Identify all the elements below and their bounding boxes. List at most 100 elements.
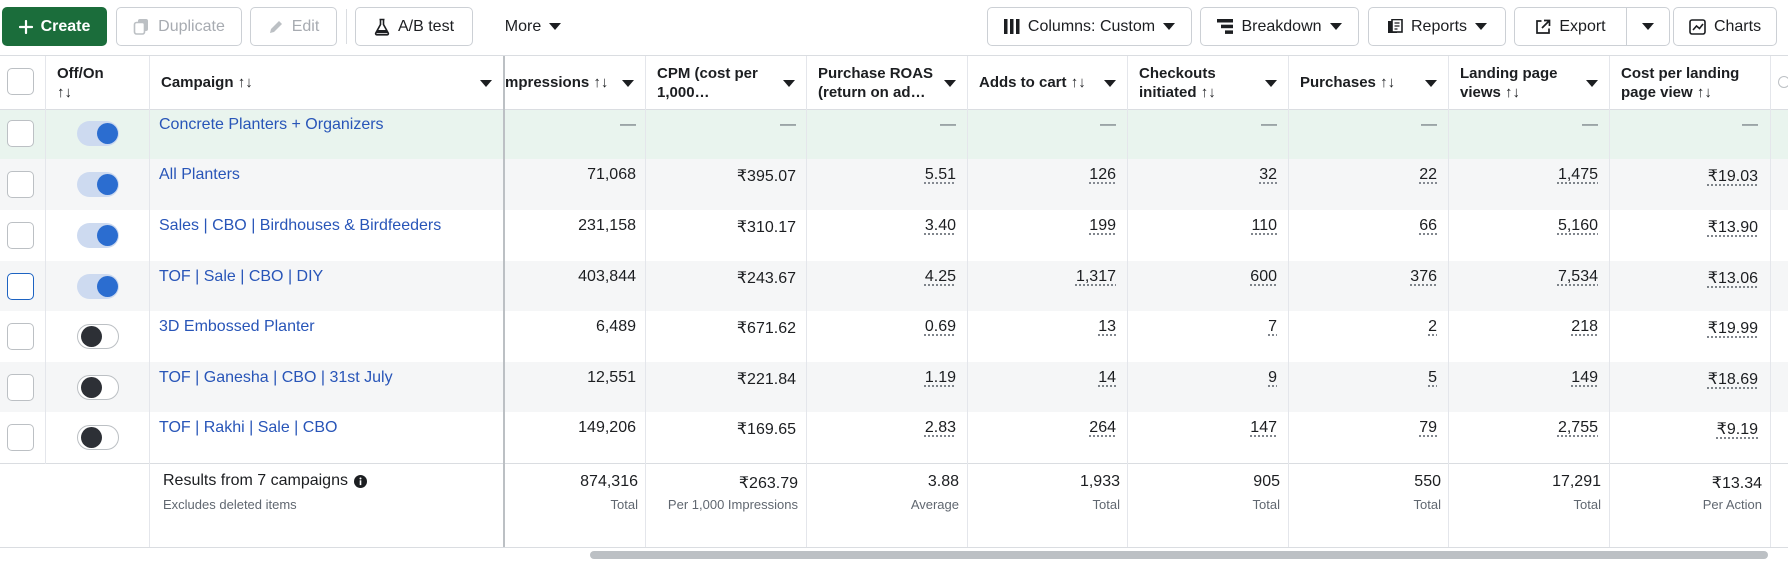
row-checkbox[interactable] xyxy=(7,273,34,300)
cell-cost-per-lpv[interactable]: ₹13.06 xyxy=(1708,268,1758,288)
caret-down-icon[interactable] xyxy=(1586,80,1598,87)
header-cplpv-label: Cost per landing page view xyxy=(1621,65,1739,101)
more-button[interactable]: More xyxy=(488,7,578,46)
caret-down-icon[interactable] xyxy=(944,80,956,87)
campaign-name-link[interactable]: All Planters xyxy=(159,166,240,184)
caret-down-icon[interactable] xyxy=(622,80,634,87)
row-checkbox[interactable] xyxy=(7,222,34,249)
cell-roas[interactable]: 2.83 xyxy=(925,419,956,437)
breakdown-button[interactable]: Breakdown xyxy=(1200,7,1359,46)
campaign-name-link[interactable]: Sales | CBO | Birdhouses & Birdfeeders xyxy=(159,217,441,235)
cell-landing-page-views[interactable]: 5,160 xyxy=(1558,217,1598,235)
row-checkbox[interactable] xyxy=(7,171,34,198)
cell-checkouts[interactable]: 600 xyxy=(1250,268,1277,286)
header-off-on[interactable]: Off/On ↑↓ xyxy=(46,56,149,109)
column-divider xyxy=(45,56,46,464)
export-menu-button[interactable] xyxy=(1626,7,1670,46)
header-cpm[interactable]: CPM (cost per 1,000… xyxy=(646,56,806,109)
cell-adds-to-cart[interactable]: 264 xyxy=(1089,419,1116,437)
campaign-name-link[interactable]: TOF | Sale | CBO | DIY xyxy=(159,268,323,286)
header-purchases[interactable]: Purchases ↑↓ xyxy=(1289,56,1448,109)
header-roas[interactable]: Purchase ROAS (return on ad… xyxy=(807,56,967,109)
header-adds-to-cart[interactable]: Adds to cart ↑↓ xyxy=(968,56,1127,109)
edit-button[interactable]: Edit xyxy=(250,7,337,46)
campaign-toggle[interactable] xyxy=(77,121,119,146)
campaign-toggle[interactable] xyxy=(77,324,119,349)
campaign-name-link[interactable]: 3D Embossed Planter xyxy=(159,318,315,336)
cell-landing-page-views[interactable]: 2,755 xyxy=(1558,419,1598,437)
cell-purchases[interactable]: 376 xyxy=(1410,268,1437,286)
cell-checkouts[interactable]: 32 xyxy=(1259,166,1277,184)
cell-adds-to-cart[interactable]: 1,317 xyxy=(1076,268,1116,286)
cell-cost-per-lpv[interactable]: ₹18.69 xyxy=(1708,369,1758,389)
cell-purchases[interactable]: 66 xyxy=(1419,217,1437,235)
cell-roas[interactable]: 0.69 xyxy=(925,318,956,336)
cell-adds-to-cart[interactable]: 13 xyxy=(1098,318,1116,336)
header-cost-per-landing-page-view[interactable]: Cost per landing page view ↑↓ xyxy=(1610,56,1770,109)
header-impressions[interactable]: mpressions ↑↓ xyxy=(505,56,645,109)
export-button[interactable]: Export xyxy=(1514,7,1627,46)
sort-icon: ↑↓ xyxy=(1380,74,1395,91)
columns-button[interactable]: Columns: Custom xyxy=(987,7,1192,46)
cell-landing-page-views[interactable]: 1,475 xyxy=(1558,166,1598,184)
create-button[interactable]: Create xyxy=(2,7,107,46)
cell-purchases[interactable]: 22 xyxy=(1419,166,1437,184)
cell-purchases[interactable]: 2 xyxy=(1428,318,1437,336)
campaign-toggle[interactable] xyxy=(77,172,119,197)
info-icon[interactable] xyxy=(354,475,367,488)
cell-checkouts[interactable]: 9 xyxy=(1268,369,1277,387)
ab-test-button[interactable]: A/B test xyxy=(355,7,473,46)
row-checkbox[interactable] xyxy=(7,374,34,401)
caret-down-icon[interactable] xyxy=(1265,80,1277,87)
charts-button[interactable]: Charts xyxy=(1673,7,1777,46)
duplicate-icon xyxy=(133,18,150,35)
caret-down-icon[interactable] xyxy=(783,80,795,87)
cell-adds-to-cart[interactable]: 199 xyxy=(1089,217,1116,235)
cell-cost-per-lpv[interactable]: ₹9.19 xyxy=(1717,419,1758,439)
cell-roas[interactable]: 3.40 xyxy=(925,217,956,235)
row-checkbox[interactable] xyxy=(7,323,34,350)
cell-landing-page-views[interactable]: 218 xyxy=(1571,318,1598,336)
campaign-toggle[interactable] xyxy=(77,425,119,450)
cell-checkouts[interactable]: 110 xyxy=(1251,217,1277,235)
reports-button[interactable]: Reports xyxy=(1368,7,1506,46)
cell-landing-page-views[interactable]: 149 xyxy=(1571,369,1598,387)
cell-purchases[interactable]: 79 xyxy=(1419,419,1437,437)
cell-cost-per-lpv[interactable]: ₹13.90 xyxy=(1708,217,1758,237)
row-checkbox[interactable] xyxy=(7,120,34,147)
sort-icon: ↑↓ xyxy=(1201,84,1216,101)
campaign-toggle[interactable] xyxy=(77,375,119,400)
cell-adds-to-cart[interactable]: 14 xyxy=(1098,369,1116,387)
cell-cost-per-lpv[interactable]: ₹19.03 xyxy=(1708,166,1758,186)
campaign-name-link[interactable]: TOF | Rakhi | Sale | CBO xyxy=(159,419,337,437)
settings-icon[interactable] xyxy=(1778,76,1788,88)
divider xyxy=(0,463,1788,464)
cell-cost-per-lpv: — xyxy=(1742,116,1758,134)
horizontal-scrollbar[interactable] xyxy=(590,551,1768,559)
caret-down-icon[interactable] xyxy=(1104,80,1116,87)
caret-down-icon[interactable] xyxy=(1425,80,1437,87)
cell-roas[interactable]: 1.19 xyxy=(925,369,956,387)
header-landing-page-views[interactable]: Landing page views ↑↓ xyxy=(1449,56,1609,109)
header-checkouts[interactable]: Checkouts initiated ↑↓ xyxy=(1128,56,1288,109)
cell-purchases[interactable]: 5 xyxy=(1428,369,1437,387)
cell-adds-to-cart[interactable]: 126 xyxy=(1089,166,1116,184)
duplicate-button[interactable]: Duplicate xyxy=(116,7,242,46)
campaign-name-link[interactable]: Concrete Planters + Organizers xyxy=(159,116,384,134)
header-campaign[interactable]: Campaign ↑↓ xyxy=(150,56,503,109)
campaign-toggle[interactable] xyxy=(77,274,119,299)
campaign-name-link[interactable]: TOF | Ganesha | CBO | 31st July xyxy=(159,369,393,387)
cell-landing-page-views[interactable]: 7,534 xyxy=(1558,268,1598,286)
divider xyxy=(0,547,1788,548)
create-label: Create xyxy=(41,18,91,36)
campaign-toggle[interactable] xyxy=(77,223,119,248)
cell-checkouts[interactable]: 147 xyxy=(1250,419,1277,437)
cell-roas[interactable]: 4.25 xyxy=(925,268,956,286)
row-checkbox[interactable] xyxy=(7,424,34,451)
caret-down-icon[interactable] xyxy=(480,80,492,87)
cell-checkouts[interactable]: 7 xyxy=(1268,318,1277,336)
cell-cost-per-lpv[interactable]: ₹19.99 xyxy=(1708,318,1758,338)
cell-roas[interactable]: 5.51 xyxy=(925,166,956,184)
select-all-checkbox[interactable] xyxy=(7,68,34,95)
header-campaign-label: Campaign xyxy=(161,74,234,91)
